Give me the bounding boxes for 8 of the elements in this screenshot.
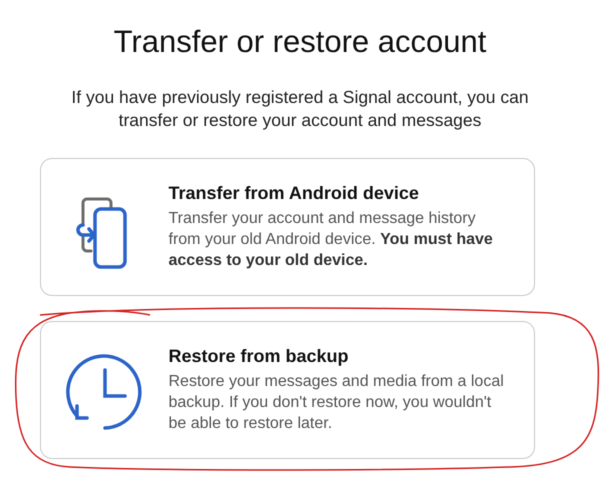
- option-title: Restore from backup: [168, 346, 350, 367]
- subtitle: If you have previously registered a Signal account, you can transfer or restore your account and messages: [70, 86, 530, 132]
- option-description: Transfer your account and message history from your old Android device. You must have access to your old device.: [168, 209, 494, 271]
- option-card[interactable]: Restore from backup Restore your messages and media from a local backup. If you don't restore now, you wouldn't be able to restore later.: [40, 321, 534, 459]
- option-description: Restore your messages and media from a local backup. If you don't restore now, you wouldn't be able to restore later.: [168, 372, 505, 434]
- option-card[interactable]: Transfer from Android device Transfer your account and message history from your old Android device. You must have access to your old device.: [40, 158, 534, 296]
- page-title: Transfer or restore account: [114, 24, 486, 60]
- option-title: Transfer from Android device: [168, 183, 420, 204]
